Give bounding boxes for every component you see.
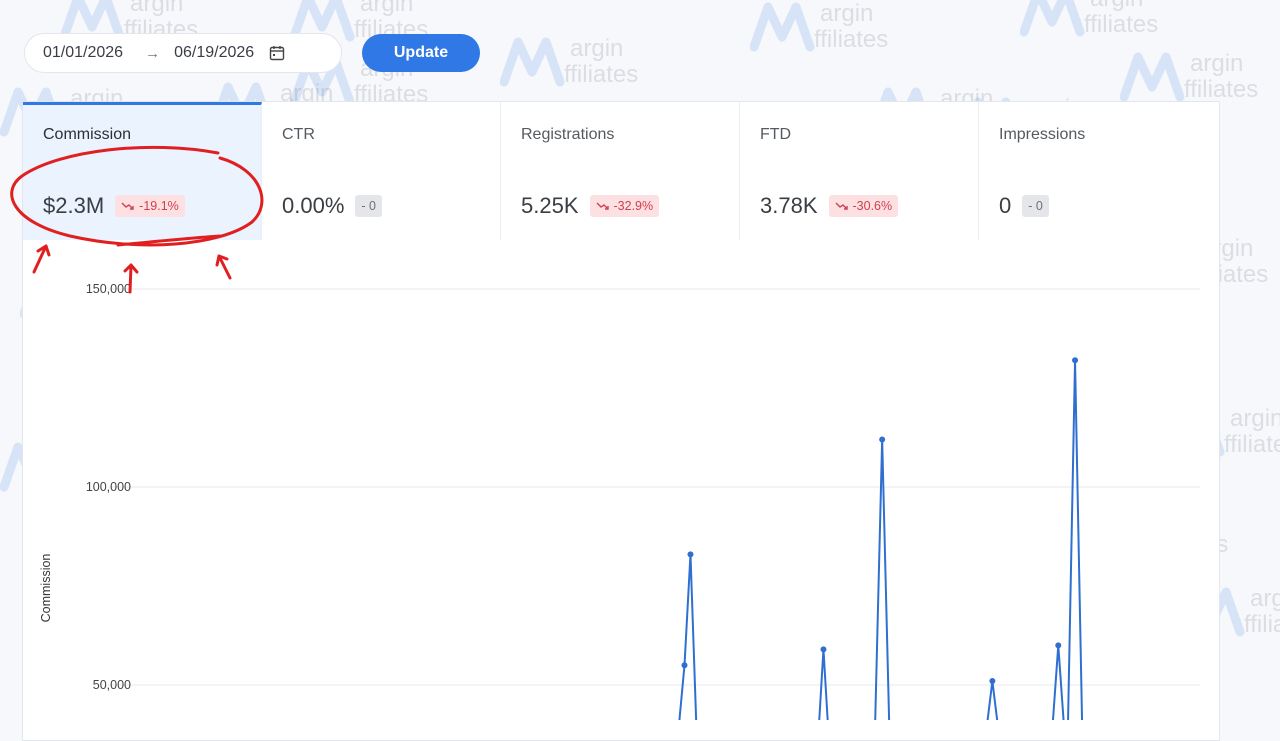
- commission-series-line: [678, 359, 1084, 720]
- data-point[interactable]: [820, 646, 827, 653]
- y-tick-label: 100,000: [86, 480, 131, 494]
- commission-chart: 150,000 100,000 50,000 Commission: [39, 282, 1200, 720]
- data-point[interactable]: [687, 551, 694, 558]
- y-tick-label: 150,000: [86, 282, 131, 296]
- data-point[interactable]: [989, 678, 996, 685]
- y-axis-label: Commission: [39, 554, 53, 623]
- y-tick-label: 50,000: [93, 678, 131, 692]
- data-point[interactable]: [1072, 357, 1079, 364]
- data-point[interactable]: [681, 662, 688, 669]
- data-point[interactable]: [1055, 642, 1062, 649]
- data-point[interactable]: [879, 436, 886, 443]
